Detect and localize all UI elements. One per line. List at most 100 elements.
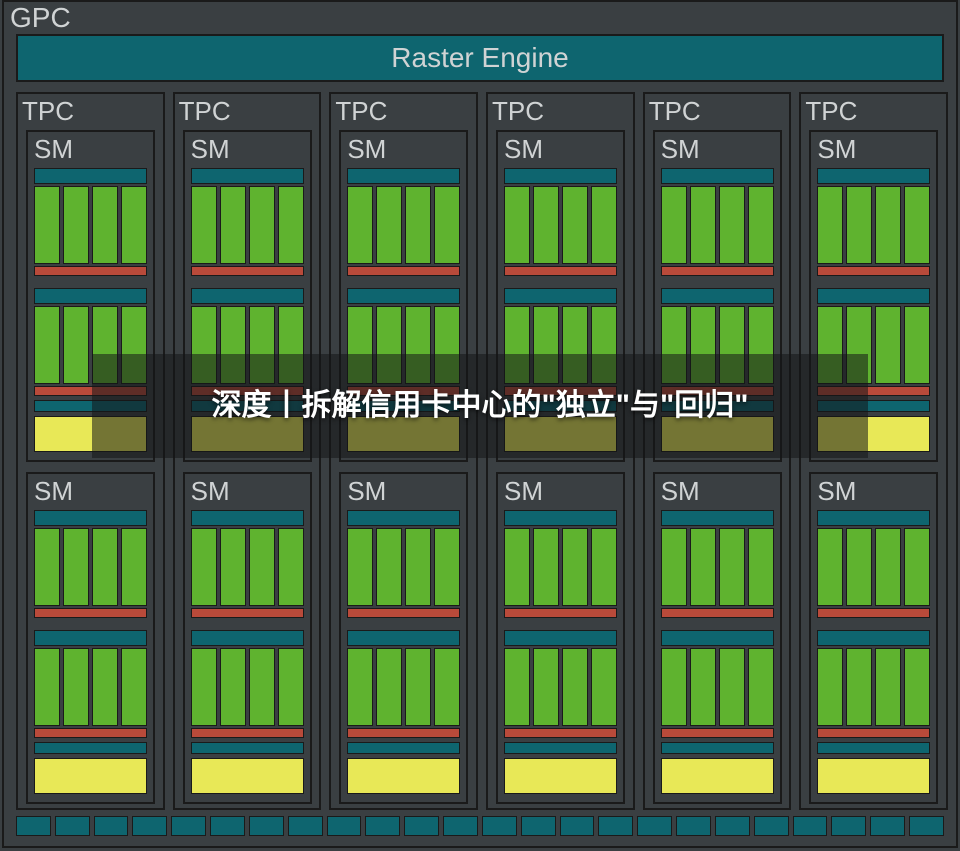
footer-cell — [870, 816, 905, 836]
cuda-cores — [817, 528, 930, 606]
overlay-title: 深度丨拆解信用卡中心的"独立"与"回归" — [202, 385, 759, 427]
sm-inner — [504, 510, 617, 798]
sm-label: SM — [661, 476, 700, 507]
scheduler-bar — [817, 288, 930, 304]
cuda-core-column — [904, 648, 930, 726]
footer-cell — [909, 816, 944, 836]
core-group — [661, 510, 774, 622]
footer-cell — [637, 816, 672, 836]
sm-bottom-block — [191, 742, 304, 796]
cuda-core-column — [875, 306, 901, 384]
sm-bottom-block — [347, 742, 460, 796]
tpc-label: TPC — [22, 96, 74, 127]
cuda-cores — [504, 648, 617, 726]
cuda-core-column — [278, 186, 304, 264]
ldst-bar — [817, 728, 930, 738]
scheduler-bar — [347, 168, 460, 184]
tpc-label: TPC — [492, 96, 544, 127]
sm-bottom-block — [661, 742, 774, 796]
sm-label: SM — [817, 134, 856, 165]
tex-block — [661, 758, 774, 794]
core-group — [817, 168, 930, 280]
footer-cell — [715, 816, 750, 836]
sm-label: SM — [34, 476, 73, 507]
sm-block: SM — [26, 472, 155, 804]
footer-cell — [365, 816, 400, 836]
ldst-bar — [817, 608, 930, 618]
cuda-cores — [34, 528, 147, 606]
raster-engine: Raster Engine — [16, 34, 944, 82]
cuda-core-column — [690, 648, 716, 726]
sm-label: SM — [191, 134, 230, 165]
footer-cell — [521, 816, 556, 836]
cuda-core-column — [904, 186, 930, 264]
sm-label: SM — [817, 476, 856, 507]
sm-inner — [347, 510, 460, 798]
sm-bottom-block — [817, 742, 930, 796]
ldst-bar — [347, 608, 460, 618]
ldst-bar — [504, 608, 617, 618]
scheduler-bar — [504, 510, 617, 526]
scheduler-bar — [34, 288, 147, 304]
sm-block: SM — [496, 472, 625, 804]
cuda-core-column — [249, 528, 275, 606]
cuda-core-column — [748, 648, 774, 726]
core-group — [191, 630, 304, 742]
cuda-core-column — [562, 186, 588, 264]
ldst-bar — [661, 608, 774, 618]
cuda-core-column — [533, 186, 559, 264]
ldst-bar — [191, 266, 304, 276]
cuda-core-column — [690, 528, 716, 606]
cuda-core-column — [817, 186, 843, 264]
scheduler-bar — [191, 630, 304, 646]
core-group — [661, 630, 774, 742]
cuda-core-column — [405, 648, 431, 726]
cuda-core-column — [846, 528, 872, 606]
core-group — [191, 510, 304, 622]
l1-bar — [817, 742, 930, 754]
cuda-core-column — [748, 186, 774, 264]
tex-block — [504, 758, 617, 794]
scheduler-bar — [661, 510, 774, 526]
l1-bar — [34, 742, 147, 754]
cuda-core-column — [92, 648, 118, 726]
core-group — [817, 510, 930, 622]
cuda-core-column — [34, 648, 60, 726]
cuda-core-column — [719, 186, 745, 264]
cuda-cores — [34, 186, 147, 264]
footer-cell — [443, 816, 478, 836]
cuda-core-column — [875, 186, 901, 264]
cuda-core-column — [376, 528, 402, 606]
tex-block — [191, 758, 304, 794]
cuda-core-column — [220, 528, 246, 606]
sm-label: SM — [661, 134, 700, 165]
ldst-bar — [504, 266, 617, 276]
cuda-core-column — [817, 528, 843, 606]
footer-cell — [404, 816, 439, 836]
cuda-core-column — [434, 528, 460, 606]
tpc-label: TPC — [179, 96, 231, 127]
sm-label: SM — [34, 134, 73, 165]
cuda-cores — [191, 186, 304, 264]
cuda-core-column — [504, 528, 530, 606]
sm-block: SM — [339, 472, 468, 804]
cuda-cores — [661, 528, 774, 606]
tpc-label: TPC — [649, 96, 701, 127]
cuda-core-column — [748, 528, 774, 606]
cuda-core-column — [63, 528, 89, 606]
scheduler-bar — [817, 630, 930, 646]
cuda-core-column — [278, 528, 304, 606]
scheduler-bar — [504, 288, 617, 304]
footer-cell — [55, 816, 90, 836]
cuda-cores — [347, 648, 460, 726]
tex-block — [34, 758, 147, 794]
sm-label: SM — [347, 476, 386, 507]
cuda-core-column — [591, 528, 617, 606]
cuda-core-column — [376, 648, 402, 726]
cuda-core-column — [121, 186, 147, 264]
core-group — [347, 630, 460, 742]
cuda-core-column — [278, 648, 304, 726]
cuda-core-column — [220, 186, 246, 264]
ldst-bar — [34, 608, 147, 618]
cuda-cores — [504, 186, 617, 264]
